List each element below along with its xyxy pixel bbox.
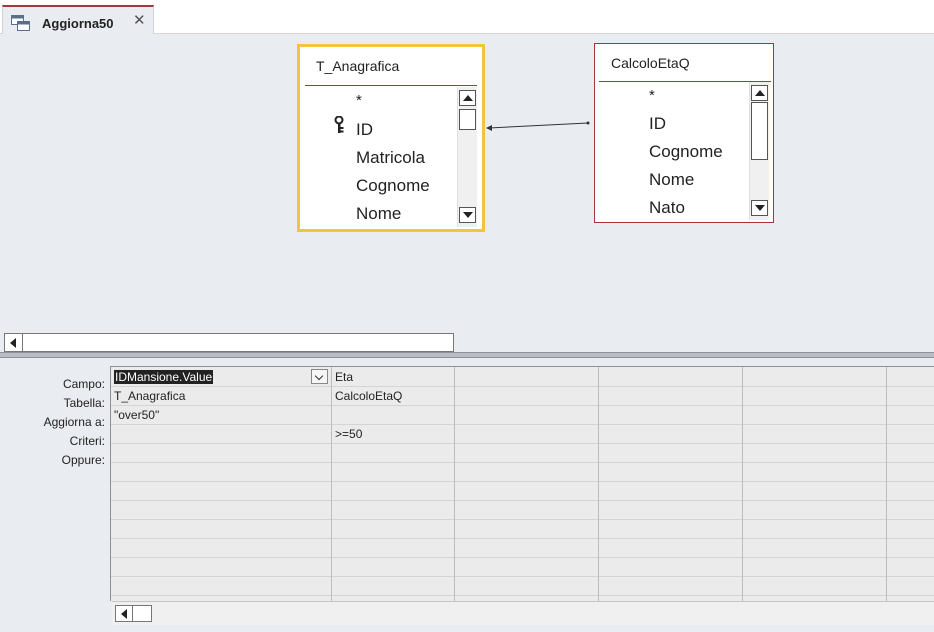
field-item[interactable]: ID [649, 114, 666, 134]
scroll-down-button[interactable] [459, 207, 476, 223]
table-title[interactable]: CalcoloEtaQ [595, 44, 773, 82]
field-item[interactable]: * [356, 92, 362, 109]
row-label-tabella: Tabella: [63, 396, 105, 410]
scroll-left-button[interactable] [115, 605, 133, 622]
field-scrollbar[interactable] [749, 82, 769, 220]
scroll-thumb[interactable] [132, 605, 152, 622]
row-label-criteri: Criteri: [69, 434, 105, 448]
field-list: * ID Cognome Nome Nato [595, 82, 749, 220]
table-calcoloetaq[interactable]: CalcoloEtaQ * ID Cognome Nome Nato [594, 43, 774, 223]
field-scrollbar[interactable] [457, 87, 477, 227]
query-design-icon [11, 15, 30, 31]
close-icon[interactable]: ✕ [133, 11, 146, 29]
field-item[interactable]: Nome [649, 170, 694, 190]
grid-horizontal-scrollbar[interactable] [112, 601, 934, 625]
cell-tabella-col1[interactable]: T_Anagrafica [114, 389, 185, 403]
field-item[interactable]: * [649, 87, 655, 104]
field-item[interactable]: Cognome [649, 142, 723, 162]
field-item[interactable]: Nome [356, 204, 401, 224]
query-design-grid[interactable]: IDMansione.Value T_Anagrafica "over50" E… [110, 366, 934, 601]
tab-title: Aggiorna50 [42, 16, 114, 31]
cell-campo-col1[interactable]: IDMansione.Value [114, 370, 214, 384]
table-title[interactable]: T_Anagrafica [300, 47, 482, 85]
field-item[interactable]: Matricola [356, 148, 425, 168]
cell-aggiorna-col1[interactable]: "over50" [114, 408, 159, 422]
field-item[interactable]: ID [356, 120, 373, 140]
cell-criteri-col2[interactable]: >=50 [335, 427, 362, 441]
row-label-oppure: Oppure: [61, 453, 105, 467]
scroll-thumb[interactable] [751, 102, 768, 160]
design-grid-pane: Campo: Tabella: Aggiorna a: Criteri: Opp… [0, 358, 934, 632]
row-label-aggiorna-a: Aggiorna a: [43, 415, 105, 429]
table-name: CalcoloEtaQ [611, 55, 690, 71]
table-pane: T_Anagrafica * ID Matricola Cognome Nome… [0, 34, 934, 352]
scroll-left-button[interactable] [5, 334, 23, 351]
title-divider [305, 85, 477, 86]
scroll-up-button[interactable] [459, 90, 476, 106]
field-item[interactable]: Cognome [356, 176, 430, 196]
join-line[interactable] [484, 118, 594, 132]
cell-campo-col2[interactable]: Eta [335, 370, 353, 384]
row-label-campo: Campo: [62, 377, 105, 391]
pane-horizontal-scrollbar[interactable] [4, 333, 454, 352]
scroll-down-button[interactable] [751, 200, 768, 216]
chevron-down-icon[interactable] [311, 369, 328, 384]
table-t-anagrafica[interactable]: T_Anagrafica * ID Matricola Cognome Nome [297, 44, 485, 232]
scroll-up-button[interactable] [751, 85, 768, 101]
primary-key-icon [334, 116, 344, 133]
field-item[interactable]: Nato [649, 198, 685, 218]
table-name: T_Anagrafica [316, 58, 400, 74]
scroll-thumb[interactable] [459, 109, 476, 130]
tab-aggiorna50[interactable]: Aggiorna50 ✕ [2, 5, 154, 34]
cell-tabella-col2[interactable]: CalcoloEtaQ [335, 389, 402, 403]
field-list: * ID Matricola Cognome Nome [300, 87, 460, 227]
document-tab-strip: Aggiorna50 ✕ [0, 0, 934, 34]
